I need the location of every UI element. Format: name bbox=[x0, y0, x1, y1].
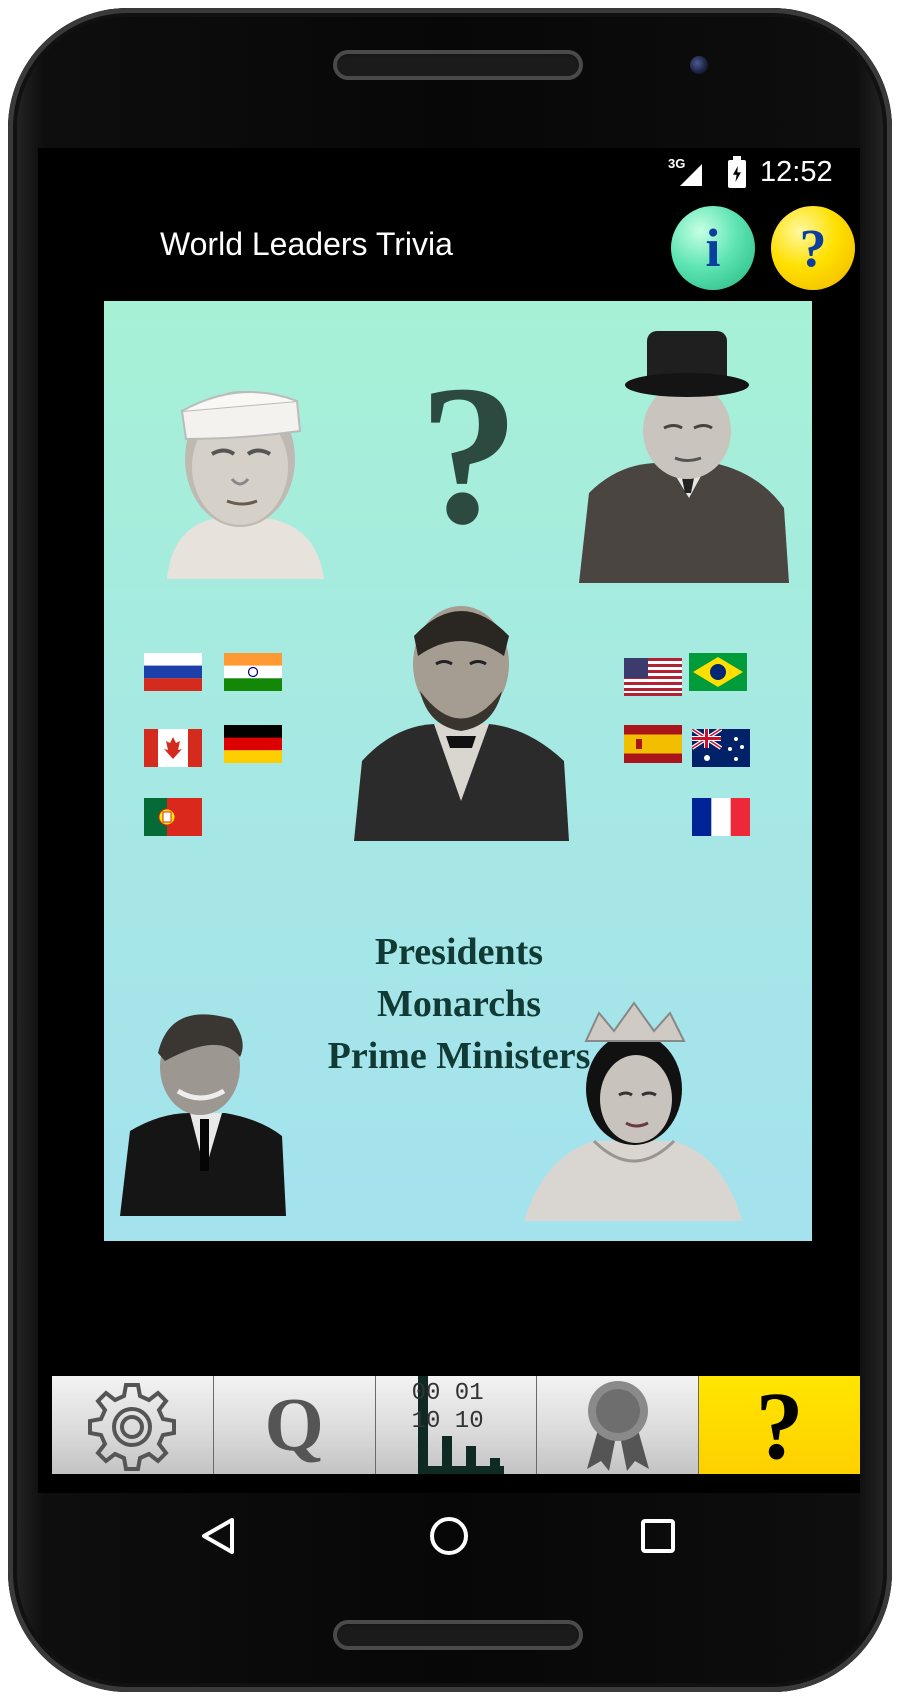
signal-icon bbox=[680, 164, 702, 186]
quiz-label: Q bbox=[264, 1382, 324, 1467]
usa-flag bbox=[624, 658, 682, 696]
system-nav-bar bbox=[38, 1476, 860, 1596]
leader-portrait-top-left bbox=[152, 339, 332, 579]
recents-icon bbox=[641, 1519, 675, 1553]
russia-flag bbox=[144, 653, 202, 691]
binary-text: 00 01 10 10 bbox=[412, 1380, 484, 1436]
status-time: 12:52 bbox=[760, 156, 833, 188]
help-tab-label: ? bbox=[755, 1371, 804, 1479]
germany-flag bbox=[224, 725, 282, 763]
top-speaker bbox=[333, 50, 583, 80]
big-question-mark: ? bbox=[419, 345, 519, 566]
leader-portrait-bottom-right bbox=[524, 991, 744, 1221]
portugal-flag bbox=[144, 798, 202, 836]
bottom-tab-bar: Q 00 01 10 10 ? bbox=[52, 1372, 860, 1479]
leader-portrait-top-right bbox=[579, 323, 789, 583]
recents-button[interactable] bbox=[628, 1506, 688, 1566]
tab-stats[interactable]: 00 01 10 10 bbox=[375, 1376, 538, 1474]
tab-quiz[interactable]: Q bbox=[213, 1376, 376, 1474]
help-button[interactable]: ? bbox=[771, 206, 855, 290]
status-bar: 3G 12:52 bbox=[38, 148, 860, 198]
binary-top: 00 01 bbox=[411, 1380, 484, 1407]
home-icon bbox=[430, 1517, 468, 1555]
front-camera bbox=[690, 56, 708, 74]
back-icon bbox=[202, 1518, 234, 1554]
tab-awards[interactable] bbox=[537, 1376, 700, 1474]
back-button[interactable] bbox=[188, 1506, 248, 1566]
canada-flag bbox=[144, 729, 202, 767]
screen: 3G 12:52 World Leaders Trivia i ? ? Pres… bbox=[38, 148, 860, 1555]
app-title: World Leaders Trivia bbox=[160, 226, 453, 262]
france-flag bbox=[692, 798, 750, 836]
tab-help[interactable]: ? bbox=[699, 1372, 860, 1479]
app-bar: World Leaders Trivia i ? bbox=[38, 198, 860, 290]
tab-settings[interactable] bbox=[52, 1376, 214, 1474]
gear-icon bbox=[88, 1383, 177, 1471]
ribbon-icon bbox=[586, 1381, 649, 1471]
tagline-presidents: Presidents bbox=[374, 931, 544, 973]
phone-frame: 3G 12:52 World Leaders Trivia i ? ? Pres… bbox=[8, 8, 892, 1692]
india-flag bbox=[224, 653, 282, 691]
hero-image: ? Presidents Monarchs Prime Ministers bbox=[104, 301, 812, 1241]
brazil-flag bbox=[689, 653, 747, 691]
binary-bottom: 10 10 bbox=[411, 1408, 484, 1435]
leader-portrait-center bbox=[354, 596, 569, 841]
info-button[interactable]: i bbox=[671, 206, 755, 290]
bottom-speaker bbox=[333, 1620, 583, 1650]
battery-charging-icon bbox=[728, 156, 746, 188]
home-button[interactable] bbox=[419, 1506, 479, 1566]
spain-flag bbox=[624, 725, 682, 763]
australia-flag bbox=[692, 729, 750, 767]
leader-portrait-bottom-left bbox=[120, 1001, 286, 1216]
